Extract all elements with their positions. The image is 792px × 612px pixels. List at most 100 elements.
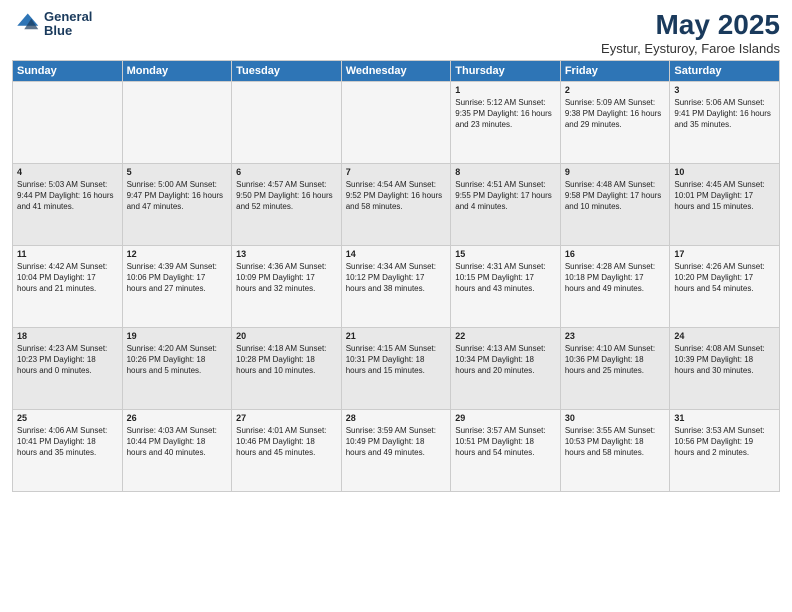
day-header-thursday: Thursday xyxy=(451,60,561,81)
calendar-cell xyxy=(232,81,342,163)
day-info: Sunrise: 4:01 AM Sunset: 10:46 PM Daylig… xyxy=(236,425,337,459)
day-number: 10 xyxy=(674,167,775,177)
day-info: Sunrise: 4:03 AM Sunset: 10:44 PM Daylig… xyxy=(127,425,228,459)
day-number: 23 xyxy=(565,331,666,341)
day-number: 5 xyxy=(127,167,228,177)
calendar-cell xyxy=(341,81,451,163)
day-header-monday: Monday xyxy=(122,60,232,81)
day-number: 7 xyxy=(346,167,447,177)
day-number: 26 xyxy=(127,413,228,423)
calendar-cell: 21 Sunrise: 4:15 AM Sunset: 10:31 PM Dayl… xyxy=(341,327,451,409)
calendar-week-row: 4Sunrise: 5:03 AM Sunset: 9:44 PM Daylig… xyxy=(13,163,780,245)
calendar-week-row: 11 Sunrise: 4:42 AM Sunset: 10:04 PM Dayl… xyxy=(13,245,780,327)
day-number: 1 xyxy=(455,85,556,95)
day-number: 2 xyxy=(565,85,666,95)
calendar-week-row: 18Sunrise: 4:23 AM Sunset: 10:23 PM Dayl… xyxy=(13,327,780,409)
calendar-cell: 13Sunrise: 4:36 AM Sunset: 10:09 PM Dayl… xyxy=(232,245,342,327)
day-info: Sunrise: 3:53 AM Sunset: 10:56 PM Daylig… xyxy=(674,425,775,459)
day-info: Sunrise: 3:59 AM Sunset: 10:49 PM Daylig… xyxy=(346,425,447,459)
day-info: Sunrise: 3:57 AM Sunset: 10:51 PM Daylig… xyxy=(455,425,556,459)
calendar-cell: 3 Sunrise: 5:06 AM Sunset: 9:41 PM Daylig… xyxy=(670,81,780,163)
day-number: 11 xyxy=(17,249,118,259)
calendar-week-row: 1 Sunrise: 5:12 AM Sunset: 9:35 PM Daylig… xyxy=(13,81,780,163)
day-info: Sunrise: 4:31 AM Sunset: 10:15 PM Daylig… xyxy=(455,261,556,295)
calendar-cell: 18Sunrise: 4:23 AM Sunset: 10:23 PM Dayl… xyxy=(13,327,123,409)
calendar-cell: 20 Sunrise: 4:18 AM Sunset: 10:28 PM Dayl… xyxy=(232,327,342,409)
day-info: Sunrise: 4:34 AM Sunset: 10:12 PM Daylig… xyxy=(346,261,447,295)
calendar-cell xyxy=(13,81,123,163)
main-title: May 2025 xyxy=(601,10,780,41)
logo: General Blue xyxy=(12,10,92,39)
calendar-cell xyxy=(122,81,232,163)
calendar-week-row: 25Sunrise: 4:06 AM Sunset: 10:41 PM Dayl… xyxy=(13,409,780,491)
day-info: Sunrise: 4:28 AM Sunset: 10:18 PM Daylig… xyxy=(565,261,666,295)
day-number: 27 xyxy=(236,413,337,423)
calendar-cell: 2Sunrise: 5:09 AM Sunset: 9:38 PM Daylig… xyxy=(560,81,670,163)
day-number: 19 xyxy=(127,331,228,341)
day-info: Sunrise: 3:55 AM Sunset: 10:53 PM Daylig… xyxy=(565,425,666,459)
calendar-cell: 24Sunrise: 4:08 AM Sunset: 10:39 PM Dayl… xyxy=(670,327,780,409)
calendar-cell: 14 Sunrise: 4:34 AM Sunset: 10:12 PM Dayl… xyxy=(341,245,451,327)
calendar-cell: 22 Sunrise: 4:13 AM Sunset: 10:34 PM Dayl… xyxy=(451,327,561,409)
calendar-cell: 23 Sunrise: 4:10 AM Sunset: 10:36 PM Dayl… xyxy=(560,327,670,409)
calendar-cell: 5 Sunrise: 5:00 AM Sunset: 9:47 PM Daylig… xyxy=(122,163,232,245)
day-number: 15 xyxy=(455,249,556,259)
day-info: Sunrise: 4:15 AM Sunset: 10:31 PM Daylig… xyxy=(346,343,447,377)
day-number: 30 xyxy=(565,413,666,423)
day-info: Sunrise: 5:06 AM Sunset: 9:41 PM Dayligh… xyxy=(674,97,775,131)
calendar-cell: 1 Sunrise: 5:12 AM Sunset: 9:35 PM Daylig… xyxy=(451,81,561,163)
day-header-sunday: Sunday xyxy=(13,60,123,81)
title-block: May 2025 Eystur, Eysturoy, Faroe Islands xyxy=(601,10,780,56)
day-header-wednesday: Wednesday xyxy=(341,60,451,81)
day-info: Sunrise: 5:12 AM Sunset: 9:35 PM Dayligh… xyxy=(455,97,556,131)
calendar-cell: 26 Sunrise: 4:03 AM Sunset: 10:44 PM Dayl… xyxy=(122,409,232,491)
day-number: 29 xyxy=(455,413,556,423)
day-number: 13 xyxy=(236,249,337,259)
day-number: 21 xyxy=(346,331,447,341)
calendar-cell: 8Sunrise: 4:51 AM Sunset: 9:55 PM Daylig… xyxy=(451,163,561,245)
day-number: 20 xyxy=(236,331,337,341)
calendar-cell: 30 Sunrise: 3:55 AM Sunset: 10:53 PM Dayl… xyxy=(560,409,670,491)
day-number: 24 xyxy=(674,331,775,341)
day-info: Sunrise: 4:20 AM Sunset: 10:26 PM Daylig… xyxy=(127,343,228,377)
logo-line1: General xyxy=(44,10,92,24)
day-info: Sunrise: 4:57 AM Sunset: 9:50 PM Dayligh… xyxy=(236,179,337,213)
day-number: 12 xyxy=(127,249,228,259)
day-number: 9 xyxy=(565,167,666,177)
header: General Blue May 2025 Eystur, Eysturoy, … xyxy=(12,10,780,56)
day-info: Sunrise: 5:00 AM Sunset: 9:47 PM Dayligh… xyxy=(127,179,228,213)
calendar-cell: 19 Sunrise: 4:20 AM Sunset: 10:26 PM Dayl… xyxy=(122,327,232,409)
calendar-header-row: SundayMondayTuesdayWednesdayThursdayFrid… xyxy=(13,60,780,81)
day-info: Sunrise: 4:45 AM Sunset: 10:01 PM Daylig… xyxy=(674,179,775,213)
day-number: 17 xyxy=(674,249,775,259)
calendar-cell: 25Sunrise: 4:06 AM Sunset: 10:41 PM Dayl… xyxy=(13,409,123,491)
day-header-tuesday: Tuesday xyxy=(232,60,342,81)
calendar-cell: 10 Sunrise: 4:45 AM Sunset: 10:01 PM Dayl… xyxy=(670,163,780,245)
day-info: Sunrise: 4:10 AM Sunset: 10:36 PM Daylig… xyxy=(565,343,666,377)
day-info: Sunrise: 4:54 AM Sunset: 9:52 PM Dayligh… xyxy=(346,179,447,213)
calendar-cell: 11 Sunrise: 4:42 AM Sunset: 10:04 PM Dayl… xyxy=(13,245,123,327)
day-info: Sunrise: 4:42 AM Sunset: 10:04 PM Daylig… xyxy=(17,261,118,295)
day-number: 3 xyxy=(674,85,775,95)
calendar-cell: 4Sunrise: 5:03 AM Sunset: 9:44 PM Daylig… xyxy=(13,163,123,245)
day-info: Sunrise: 4:26 AM Sunset: 10:20 PM Daylig… xyxy=(674,261,775,295)
day-header-friday: Friday xyxy=(560,60,670,81)
calendar-cell: 29 Sunrise: 3:57 AM Sunset: 10:51 PM Dayl… xyxy=(451,409,561,491)
calendar-cell: 6Sunrise: 4:57 AM Sunset: 9:50 PM Daylig… xyxy=(232,163,342,245)
subtitle: Eystur, Eysturoy, Faroe Islands xyxy=(601,41,780,56)
day-number: 8 xyxy=(455,167,556,177)
calendar-cell: 17 Sunrise: 4:26 AM Sunset: 10:20 PM Dayl… xyxy=(670,245,780,327)
day-number: 22 xyxy=(455,331,556,341)
day-header-saturday: Saturday xyxy=(670,60,780,81)
day-info: Sunrise: 5:03 AM Sunset: 9:44 PM Dayligh… xyxy=(17,179,118,213)
calendar-table: SundayMondayTuesdayWednesdayThursdayFrid… xyxy=(12,60,780,492)
calendar-cell: 27 Sunrise: 4:01 AM Sunset: 10:46 PM Dayl… xyxy=(232,409,342,491)
calendar-cell: 28 Sunrise: 3:59 AM Sunset: 10:49 PM Dayl… xyxy=(341,409,451,491)
logo-line2: Blue xyxy=(44,24,92,38)
day-info: Sunrise: 4:06 AM Sunset: 10:41 PM Daylig… xyxy=(17,425,118,459)
day-number: 14 xyxy=(346,249,447,259)
day-number: 28 xyxy=(346,413,447,423)
page-container: General Blue May 2025 Eystur, Eysturoy, … xyxy=(0,0,792,612)
day-info: Sunrise: 4:18 AM Sunset: 10:28 PM Daylig… xyxy=(236,343,337,377)
day-info: Sunrise: 4:13 AM Sunset: 10:34 PM Daylig… xyxy=(455,343,556,377)
